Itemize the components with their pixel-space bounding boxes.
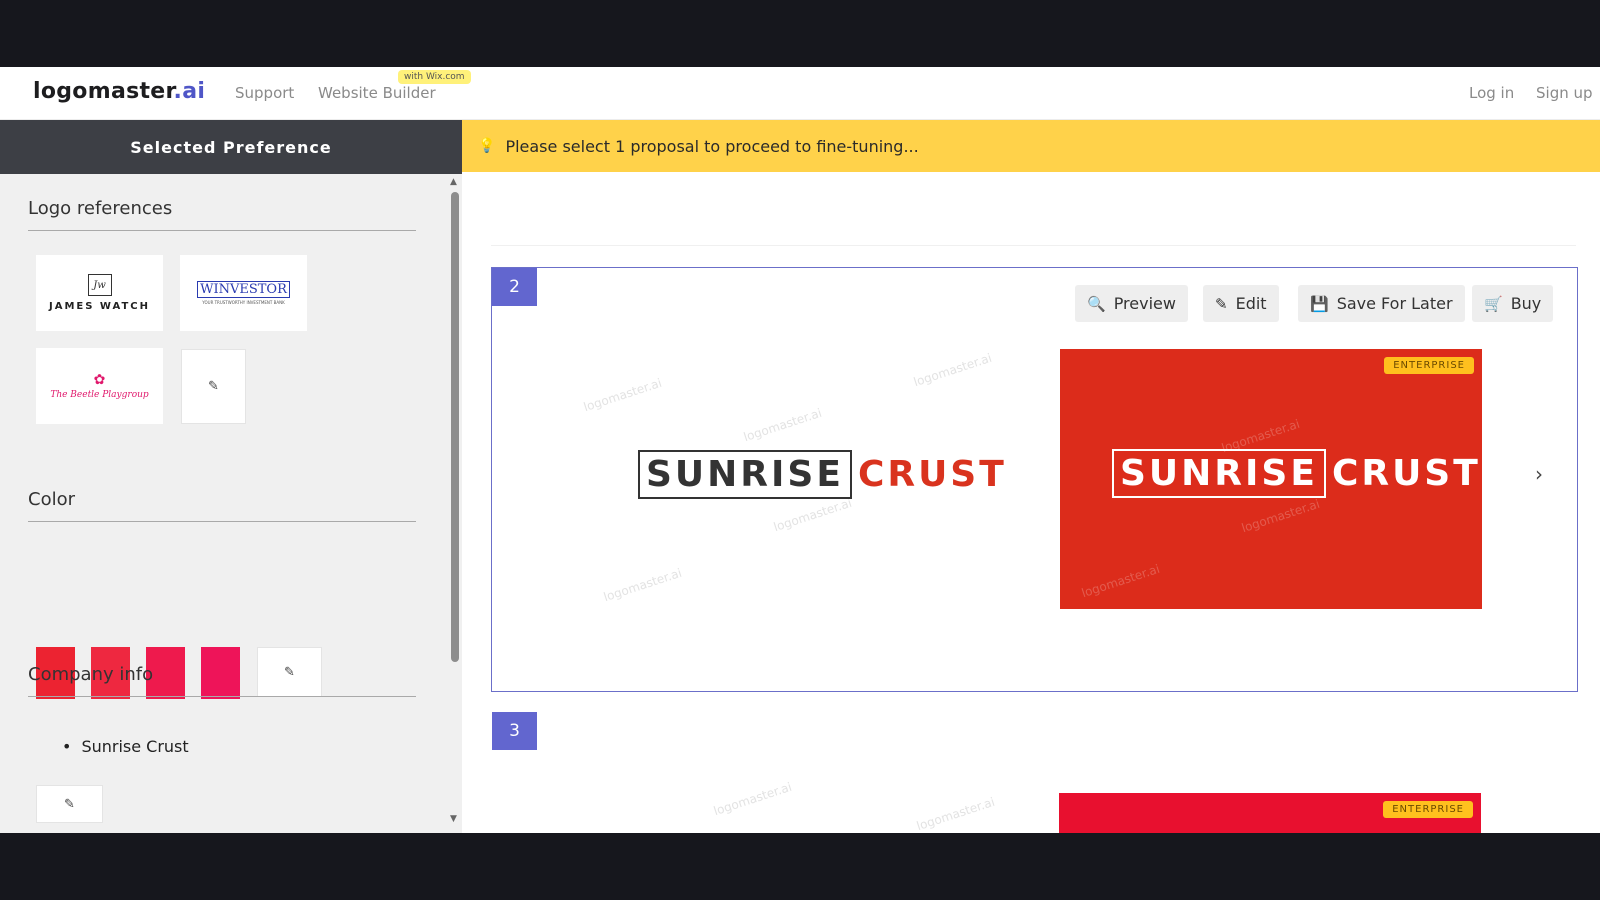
pencil-icon: ✎ [1215, 294, 1228, 313]
floppy-disk-icon: 💾 [1310, 294, 1329, 313]
color-swatch-4[interactable] [201, 647, 240, 699]
watermark: logomaster.ai [601, 565, 684, 605]
scroll-thumb[interactable] [451, 192, 459, 662]
logo-text-red: SUNRISE CRUST [1112, 449, 1481, 498]
screen-letterbox-bottom [0, 833, 1600, 900]
app-window: logomaster.ai Support Website Builder wi… [0, 67, 1600, 833]
logo-references-title: Logo references [28, 198, 173, 219]
preview-button[interactable]: 🔍 Preview [1075, 285, 1188, 322]
preference-sidebar: Logo references Jw JAMES WATCH WINVESTOR… [0, 174, 462, 833]
enterprise-badge: ENTERPRISE [1384, 357, 1474, 374]
company-name-item: Sunrise Crust [62, 737, 188, 756]
reference-logo-beetle-playgroup[interactable]: ✿ The Beetle Playgroup [36, 348, 163, 424]
edit-colors-button[interactable]: ✎ [257, 647, 322, 697]
watermark: logomaster.ai [1239, 496, 1322, 536]
login-link[interactable]: Log in [1469, 84, 1514, 102]
divider [491, 245, 1576, 246]
instruction-banner: 💡 Please select 1 proposal to proceed to… [462, 120, 1600, 172]
buy-button[interactable]: 🛒 Buy [1472, 285, 1554, 322]
search-icon: 🔍 [1087, 294, 1106, 313]
watermark: logomaster.ai [711, 779, 794, 819]
signup-link[interactable]: Sign up [1536, 84, 1593, 102]
watermark: logomaster.ai [911, 350, 994, 390]
screen-letterbox-top [0, 0, 1600, 67]
site-logo[interactable]: logomaster.ai [33, 79, 205, 104]
reference-label: JAMES WATCH [49, 301, 150, 312]
watermark: logomaster.ai [771, 495, 854, 535]
sidebar-header: Selected Preference [0, 120, 462, 174]
edit-icon: ✎ [208, 379, 219, 394]
reference-sublabel: YOUR TRUSTWORTHY INVESTMENT BANK [202, 300, 285, 305]
top-nav: logomaster.ai Support Website Builder wi… [0, 67, 1600, 120]
proposal-number: 3 [492, 712, 537, 750]
enterprise-badge: ENTERPRISE [1383, 801, 1473, 818]
section-divider [28, 230, 416, 231]
scroll-up-icon[interactable]: ▲ [450, 177, 457, 187]
logo-proposal-white[interactable]: SUNRISE CRUST [638, 450, 1007, 499]
edit-icon: ✎ [64, 796, 75, 812]
support-link[interactable]: Support [235, 84, 294, 102]
logo-word-sunrise: SUNRISE [638, 450, 852, 499]
website-builder-link[interactable]: Website Builder [318, 84, 436, 102]
proposal-card[interactable]: 2 🔍 Preview ✎ Edit 💾 Save For Later 🛒 Buy lo… [491, 267, 1578, 692]
monogram-icon: Jw [87, 274, 112, 296]
watermark: logomaster.ai [1079, 561, 1162, 601]
reference-label: WINVESTOR [197, 281, 290, 298]
lightbulb-icon: 💡 [478, 138, 496, 154]
sidebar-scrollbar[interactable]: ▲ ▼ [448, 174, 462, 833]
edit-icon: ✎ [284, 664, 295, 680]
save-for-later-button[interactable]: 💾 Save For Later [1298, 285, 1465, 322]
banner-text: Please select 1 proposal to proceed to f… [505, 136, 919, 156]
edit-company-info-button[interactable]: ✎ [36, 785, 103, 823]
color-title: Color [28, 489, 75, 510]
proposal-number: 2 [492, 268, 537, 306]
section-divider [28, 696, 416, 697]
watermark: logomaster.ai [581, 375, 664, 415]
edit-button[interactable]: ✎ Edit [1203, 285, 1279, 322]
watermark: logomaster.ai [741, 405, 824, 445]
cart-icon: 🛒 [1484, 294, 1503, 313]
chevron-right-icon[interactable]: › [1535, 462, 1543, 486]
edit-references-button[interactable]: ✎ [181, 349, 246, 424]
logo-proposal-red-2[interactable]: ENTERPRISE [1059, 793, 1481, 833]
reference-label: The Beetle Playgroup [50, 390, 149, 400]
logo-word-crust: CRUST [857, 454, 1007, 495]
company-info-title: Company info [28, 664, 154, 685]
beetle-icon: ✿ [93, 372, 106, 388]
wix-badge: with Wix.com [398, 70, 471, 84]
watermark: logomaster.ai [914, 794, 997, 833]
logo-proposal-red[interactable]: logomaster.ai logomaster.ai logomaster.a… [1060, 349, 1482, 609]
reference-logo-james-watch[interactable]: Jw JAMES WATCH [36, 255, 163, 331]
section-divider [28, 521, 416, 522]
scroll-down-icon[interactable]: ▼ [450, 814, 457, 824]
reference-logo-winvestor[interactable]: WINVESTOR YOUR TRUSTWORTHY INVESTMENT BA… [180, 255, 307, 331]
